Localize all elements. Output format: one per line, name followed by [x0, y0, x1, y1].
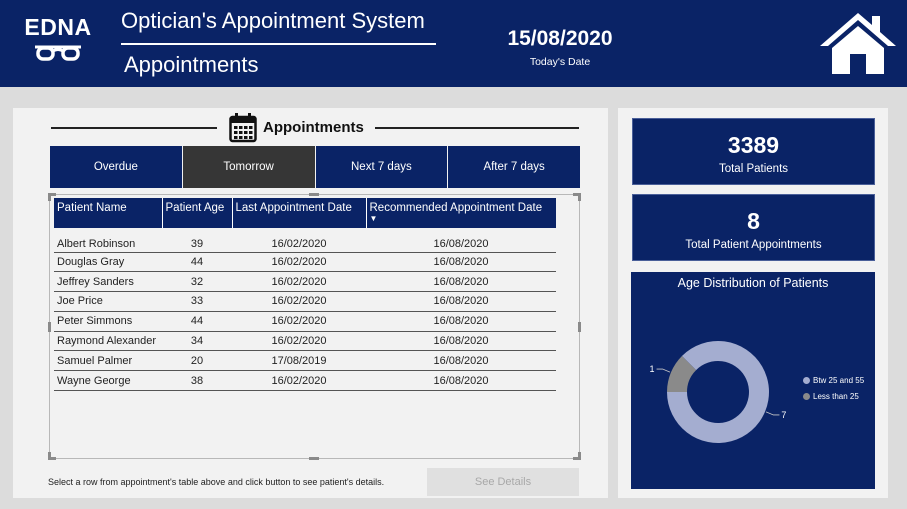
cell-patient-name[interactable]: Douglas Gray — [54, 252, 162, 273]
table-row[interactable]: Douglas Gray 44 16/02/2020 16/08/2020 — [54, 252, 556, 273]
table-row[interactable]: Joe Price 33 16/02/2020 16/08/2020 — [54, 291, 556, 312]
legend-marker — [803, 393, 810, 400]
cell-last-appointment[interactable]: 17/08/2019 — [232, 350, 366, 372]
cell-patient-name[interactable]: Wayne George — [54, 370, 162, 392]
today-date-value: 15/08/2020 — [507, 27, 613, 50]
section-divider-right — [375, 127, 579, 129]
cell-recommended-appointment[interactable]: 16/08/2020 — [366, 311, 556, 332]
cell-recommended-appointment[interactable]: 16/08/2020 — [366, 252, 556, 273]
legend-label: Btw 25 and 55 — [813, 376, 865, 385]
cell-recommended-appointment[interactable]: 16/08/2020 — [366, 271, 556, 293]
resize-handle[interactable] — [578, 322, 581, 332]
cell-recommended-appointment[interactable]: 16/08/2020 — [366, 370, 556, 392]
cell-patient-age[interactable]: 32 — [162, 271, 232, 293]
cell-patient-name[interactable]: Peter Simmons — [54, 311, 162, 332]
title-divider — [121, 43, 436, 45]
appointments-table: Patient Name Patient Age Last Appointmen… — [54, 198, 556, 392]
cell-patient-age[interactable]: 34 — [162, 331, 232, 352]
column-header-last-appointment[interactable]: Last Appointment Date — [232, 198, 367, 228]
appointments-section-header: Appointments — [51, 108, 581, 146]
resize-handle[interactable] — [578, 193, 581, 201]
cell-patient-age[interactable]: 38 — [162, 370, 232, 392]
cell-recommended-appointment[interactable]: 16/08/2020 — [366, 228, 556, 253]
total-appointments-label: Total Patient Appointments — [685, 239, 822, 251]
cell-patient-age[interactable]: 44 — [162, 252, 232, 273]
total-appointments-card: 8 Total Patient Appointments — [632, 194, 875, 261]
column-header-patient-name[interactable]: Patient Name — [54, 198, 163, 228]
cell-last-appointment[interactable]: 16/02/2020 — [232, 311, 366, 332]
section-divider-left — [51, 127, 217, 129]
resize-handle[interactable] — [48, 322, 51, 332]
resize-handle[interactable] — [48, 193, 51, 201]
data-label: 7 — [781, 410, 786, 420]
cell-recommended-appointment[interactable]: 16/08/2020 — [366, 291, 556, 312]
cell-patient-age[interactable]: 33 — [162, 291, 232, 312]
legend-marker — [803, 377, 810, 384]
summary-panel: 3389 Total Patients 8 Total Patient Appo… — [618, 108, 888, 498]
total-appointments-value: 8 — [747, 208, 760, 234]
cell-last-appointment[interactable]: 16/02/2020 — [232, 228, 366, 253]
header-bar: EDNA Optician's Appointment System Appoi… — [0, 0, 907, 87]
table-row[interactable]: Wayne George 38 16/02/2020 16/08/2020 — [54, 370, 556, 392]
table-header-row: Patient Name Patient Age Last Appointmen… — [54, 198, 556, 228]
resize-handle[interactable] — [309, 193, 319, 196]
table-row[interactable]: Jeffrey Sanders 32 16/02/2020 16/08/2020 — [54, 271, 556, 293]
tab-overdue[interactable]: Overdue — [50, 146, 183, 188]
age-distribution-chart: Age Distribution of Patients 71 Btw 25 a… — [631, 272, 875, 489]
data-label: 1 — [650, 364, 655, 374]
tab-after-7-days[interactable]: After 7 days — [448, 146, 580, 188]
table-row[interactable]: Peter Simmons 44 16/02/2020 16/08/2020 — [54, 311, 556, 332]
cell-patient-name[interactable]: Raymond Alexander — [54, 331, 162, 352]
legend-label: Less than 25 — [813, 392, 859, 401]
instruction-text: Select a row from appointment's table ab… — [48, 477, 385, 487]
app-title: Optician's Appointment System — [121, 8, 425, 33]
tab-tomorrow[interactable]: Tomorrow — [182, 146, 316, 188]
section-title: Appointments — [263, 119, 364, 136]
calendar-icon — [229, 113, 257, 143]
data-label-leader — [656, 368, 671, 373]
table-row[interactable]: Albert Robinson 39 16/02/2020 16/08/2020 — [54, 228, 556, 253]
logo: EDNA — [22, 14, 94, 68]
total-patients-value: 3389 — [727, 132, 780, 158]
total-patients-card: 3389 Total Patients — [632, 118, 875, 185]
legend-item[interactable]: Btw 25 and 55 — [803, 376, 864, 385]
glasses-icon — [35, 45, 81, 61]
chart-legend: Btw 25 and 55 Less than 25 — [803, 376, 864, 408]
cell-recommended-appointment[interactable]: 16/08/2020 — [366, 350, 556, 372]
cell-patient-age[interactable]: 39 — [162, 228, 232, 253]
cell-last-appointment[interactable]: 16/02/2020 — [232, 291, 366, 312]
resize-handle[interactable] — [578, 452, 581, 460]
legend-item[interactable]: Less than 25 — [803, 392, 864, 401]
resize-handle[interactable] — [48, 452, 51, 460]
sort-descending-icon: ▼ — [369, 214, 378, 223]
cell-last-appointment[interactable]: 16/02/2020 — [232, 370, 366, 392]
table-row[interactable]: Samuel Palmer 20 17/08/2019 16/08/2020 — [54, 350, 556, 372]
cell-patient-name[interactable]: Samuel Palmer — [54, 350, 162, 372]
cell-patient-name[interactable]: Albert Robinson — [54, 228, 162, 253]
total-patients-label: Total Patients — [718, 163, 789, 175]
cell-last-appointment[interactable]: 16/02/2020 — [232, 252, 366, 273]
appointment-filter-tabs: Overdue Tomorrow Next 7 days After 7 days — [50, 146, 580, 188]
appointments-panel: Appointments Overdue Tomorrow Next 7 days A… — [13, 108, 608, 498]
page-title: Appointments — [124, 52, 259, 77]
tab-next-7-days[interactable]: Next 7 days — [315, 146, 449, 188]
cell-patient-age[interactable]: 44 — [162, 311, 232, 332]
see-details-button[interactable]: See Details — [427, 468, 579, 496]
data-label-leader — [765, 411, 780, 416]
appointments-table-frame: Patient Name Patient Age Last Appointmen… — [48, 193, 581, 460]
column-header-recommended-appointment[interactable]: Recommended Appointment Date ▼ — [366, 198, 556, 228]
cell-patient-name[interactable]: Jeffrey Sanders — [54, 271, 162, 293]
cell-last-appointment[interactable]: 16/02/2020 — [232, 331, 366, 352]
cell-patient-age[interactable]: 20 — [162, 350, 232, 372]
cell-patient-name[interactable]: Joe Price — [54, 291, 162, 312]
resize-handle[interactable] — [309, 457, 319, 460]
home-button[interactable] — [818, 10, 898, 76]
cell-recommended-appointment[interactable]: 16/08/2020 — [366, 331, 556, 352]
cell-last-appointment[interactable]: 16/02/2020 — [232, 271, 366, 293]
logo-text: EDNA — [24, 14, 92, 40]
today-date-label: Today's Date — [529, 56, 591, 68]
column-header-patient-age[interactable]: Patient Age — [162, 198, 233, 228]
table-row[interactable]: Raymond Alexander 34 16/02/2020 16/08/2020 — [54, 331, 556, 352]
